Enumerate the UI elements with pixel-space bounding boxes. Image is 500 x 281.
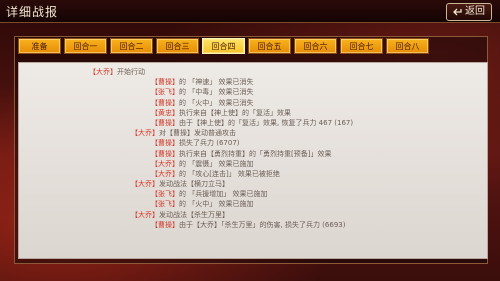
log-entry: 【张飞】的 「中毒」 效果已消失	[19, 87, 487, 97]
log-entry: 【大乔】开始行动	[19, 67, 487, 77]
battle-log: 【大乔】开始行动 【曹操】的 「神速」 效果已消失 【张飞】的 「中毒」 效果已消失…	[19, 67, 487, 230]
log-entry: 【黄忠】执行来自【神上使】的「复活」效果	[19, 108, 487, 118]
log-entry-text: 开始行动	[117, 68, 145, 76]
log-entry-text: 损失了兵力 (6707)	[179, 139, 240, 148]
log-entry: 【曹操】由于【神上使】的「复活」效果, 恢复了兵力 467 (167)	[19, 118, 487, 128]
page-title: 详细战报	[6, 5, 59, 19]
log-entry: 【大乔】对【曹操】发动普通攻击	[19, 128, 487, 138]
log-entry-text: 发动战法【杀生万里】	[159, 210, 229, 219]
log-entry-actor: 【大乔】	[131, 210, 159, 219]
log-entry: 【大乔】的 「震慑」 效果已施加	[19, 159, 487, 169]
log-entry-actor: 【大乔】	[131, 129, 159, 138]
log-entry-text: 对【曹操】发动普通攻击	[159, 129, 236, 138]
top-bar: 详细战报 返回	[0, 0, 500, 23]
log-entry-actor: 【张飞】	[151, 88, 179, 97]
log-entry-text: 执行来自【勇烈持重】的「勇烈持重[预备]」效果	[179, 149, 332, 158]
log-entry: 【大乔】发动战法【横刀立马】	[19, 179, 487, 189]
log-entry: 【大乔】的 「攻心[连击]」 效果已被拒绝	[19, 169, 487, 179]
log-entry-text: 发动战法【横刀立马】	[159, 180, 229, 189]
log-entry: 【曹操】的 「神速」 效果已消失	[19, 77, 487, 87]
log-entry-actor: 【曹操】	[151, 98, 179, 107]
log-entry-actor: 【曹操】	[151, 78, 179, 87]
back-arrow-icon	[453, 8, 462, 16]
log-entry-text: 执行来自【神上使】的「复活」效果	[179, 108, 291, 117]
round-tab[interactable]: 回合二	[110, 38, 153, 54]
round-tab[interactable]: 回合四	[202, 38, 245, 54]
log-entry: 【曹操】执行来自【勇烈持重】的「勇烈持重[预备]」效果	[19, 149, 487, 159]
log-entry: 【曹操】的 「火中」 效果已消失	[19, 98, 487, 108]
log-entry-text: 的 「火中」 效果已施加	[179, 200, 254, 209]
log-entry-actor: 【大乔】	[131, 180, 159, 189]
log-entry-actor: 【曹操】	[151, 149, 179, 158]
round-tab[interactable]: 回合五	[248, 38, 291, 54]
back-button[interactable]: 返回	[446, 3, 492, 21]
round-tab[interactable]: 准备	[18, 38, 61, 54]
round-tab[interactable]: 回合七	[340, 38, 383, 54]
battle-log-area[interactable]: 【大乔】开始行动 【曹操】的 「神速」 效果已消失 【张飞】的 「中毒」 效果已消失…	[18, 62, 488, 259]
log-entry-actor: 【张飞】	[151, 190, 179, 199]
round-tab[interactable]: 回合八	[386, 38, 429, 54]
log-entry-actor: 【曹操】	[151, 139, 179, 148]
back-button-label: 返回	[465, 6, 485, 17]
log-entry-text: 的 「神速」 效果已消失	[179, 78, 254, 87]
log-entry-text: 由于【大乔】「杀生万里」的伤害, 损失了兵力 (6693)	[179, 220, 346, 229]
log-entry-actor: 【大乔】	[151, 159, 179, 168]
log-entry: 【大乔】发动战法【杀生万里】	[19, 210, 487, 220]
log-entry: 【曹操】由于【大乔】「杀生万里」的伤害, 损失了兵力 (6693)	[19, 220, 487, 230]
round-tab[interactable]: 回合一	[64, 38, 107, 54]
log-entry-text: 的 「中毒」 效果已消失	[179, 88, 254, 97]
log-entry-actor: 【曹操】	[151, 118, 179, 127]
log-entry: 【张飞】的 「火中」 效果已施加	[19, 199, 487, 209]
log-entry: 【曹操】损失了兵力 (6707)	[19, 138, 487, 148]
round-tab[interactable]: 回合三	[156, 38, 199, 54]
log-entry-text: 由于【神上使】的「复活」效果, 恢复了兵力 467 (167)	[179, 118, 354, 127]
log-entry-actor: 【黄忠】	[151, 108, 179, 117]
log-entry-actor: 【曹操】	[151, 220, 179, 229]
log-entry-actor: 【大乔】	[89, 68, 117, 76]
log-entry: 【张飞】的 「兵援增加」 效果已施加	[19, 189, 487, 199]
log-entry-actor: 【大乔】	[151, 169, 179, 178]
log-entry-text: 的 「攻心[连击]」 效果已被拒绝	[179, 169, 280, 178]
round-tabs: 准备 回合一 回合二 回合三 回合四 回合五 回合六 回合七 回合八	[16, 38, 486, 56]
log-entry-text: 的 「兵援增加」 效果已施加	[179, 190, 268, 199]
log-entry-text: 的 「火中」 效果已消失	[179, 98, 254, 107]
log-entry-actor: 【张飞】	[151, 200, 179, 209]
round-tab[interactable]: 回合六	[294, 38, 337, 54]
log-entry-text: 的 「震慑」 效果已施加	[179, 159, 254, 168]
